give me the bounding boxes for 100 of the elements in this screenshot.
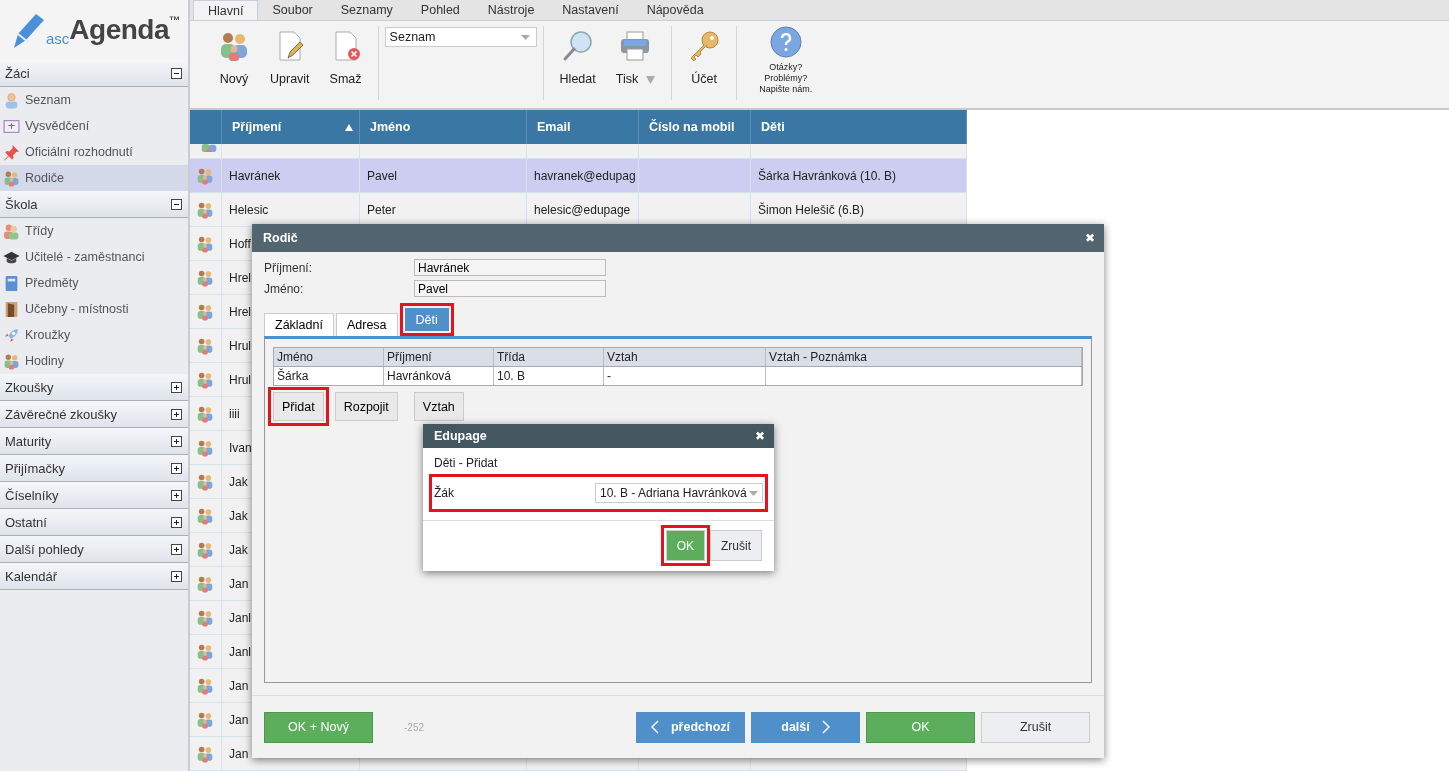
- parents-icon: [196, 370, 214, 389]
- table-cell: Hrel: [229, 270, 251, 285]
- help-icon: [769, 26, 802, 58]
- column-header: Třída: [494, 348, 604, 366]
- text-field[interactable]: Havránek: [414, 259, 606, 276]
- table-cell: Hrul: [229, 338, 251, 353]
- table-row[interactable]: Helesic Peter helesic@edupage Šimon Helešič (6.B): [190, 193, 967, 227]
- menu-tab[interactable]: Nástroje: [473, 0, 549, 20]
- parents-icon: [196, 438, 214, 457]
- table-cell: Hoff: [229, 236, 251, 251]
- view-select[interactable]: Seznam: [384, 27, 537, 47]
- menu-tab[interactable]: Seznamy: [326, 0, 407, 20]
- action-button[interactable]: Vztah: [413, 392, 464, 421]
- table-row[interactable]: Havránek Pavel havranek@edupag Šárka Havránková (10. B): [190, 159, 967, 193]
- sidebar-item[interactable]: Kroužky: [0, 322, 188, 348]
- expand-icon[interactable]: [171, 543, 182, 555]
- sidebar-section-header[interactable]: Zkoušky: [0, 374, 188, 401]
- collapse-icon[interactable]: [171, 198, 182, 210]
- ribbon-button[interactable]: Hledat: [549, 26, 606, 86]
- table-cell: Havránek: [229, 168, 281, 183]
- help-button[interactable]: Otázky? Problémy? Napište nám.: [743, 26, 829, 95]
- menu-tab[interactable]: Soubor: [258, 0, 327, 20]
- sidebar-item[interactable]: Předměty: [0, 270, 188, 296]
- parents-icon: [199, 144, 218, 152]
- book-icon: [3, 274, 20, 292]
- dropdown-caret-icon: [646, 74, 656, 84]
- action-button[interactable]: Rozpojit: [334, 392, 398, 421]
- table-cell: Šárka Havránková (10. B): [758, 168, 897, 183]
- sidebar-item[interactable]: Učebny - místnosti: [0, 296, 188, 322]
- menu-tab[interactable]: Nastavení: [548, 0, 633, 20]
- table-cell: Jak: [229, 474, 248, 489]
- expand-icon[interactable]: [171, 381, 182, 393]
- ribbon-button[interactable]: Tisk: [605, 26, 666, 86]
- parents-icon: [3, 169, 20, 187]
- record-id: -252: [404, 721, 424, 733]
- expand-icon[interactable]: [171, 435, 182, 447]
- footer-button[interactable]: Zrušit: [981, 711, 1090, 743]
- expand-icon[interactable]: [171, 489, 182, 501]
- dialog-button[interactable]: Zrušit: [710, 530, 762, 561]
- parents-icon: [196, 200, 214, 219]
- dropdown-caret-icon: [749, 490, 758, 496]
- parents-icon: [196, 268, 214, 287]
- sidebar-item[interactable]: Třídy: [0, 218, 188, 244]
- ribbon-button[interactable]: Smaž: [319, 26, 372, 86]
- sidebar-item[interactable]: Vysvědčení: [0, 113, 188, 139]
- student-select[interactable]: 10. B - Adriana Havránková: [595, 483, 763, 503]
- sidebar-section-header[interactable]: Ostatní: [0, 509, 188, 536]
- ribbon-button[interactable]: Upravit: [260, 26, 320, 86]
- sidebar-item[interactable]: Seznam: [0, 87, 188, 113]
- close-button[interactable]: ✖: [1082, 231, 1098, 245]
- menu-tab[interactable]: Nápověda: [632, 0, 718, 20]
- collapse-icon[interactable]: [171, 67, 182, 79]
- text-field[interactable]: Pavel: [414, 280, 606, 297]
- table-cell: Jan: [229, 746, 249, 761]
- door-icon: [3, 300, 20, 318]
- expand-icon[interactable]: [171, 408, 182, 420]
- menu-tab[interactable]: Pohled: [406, 0, 474, 20]
- expand-icon[interactable]: [171, 462, 182, 474]
- pin-icon: [3, 143, 20, 161]
- sidebar-item[interactable]: Hodiny: [0, 348, 188, 374]
- sidebar-item[interactable]: Oficiální rozhodnutí: [0, 139, 188, 165]
- rocket-icon: [3, 326, 20, 344]
- trademark-mark: ™: [169, 14, 181, 26]
- parents-icon: [196, 676, 214, 695]
- sidebar-section-header[interactable]: Škola: [0, 191, 188, 218]
- table-cell: Helesic: [229, 202, 269, 217]
- parents-icon: [196, 472, 214, 491]
- expand-icon[interactable]: [171, 570, 182, 582]
- sidebar-item[interactable]: Učitelé - zaměstnanci: [0, 244, 188, 270]
- sidebar-section-header[interactable]: Kalendář: [0, 563, 188, 590]
- table-cell: helesic@edupage: [534, 202, 631, 217]
- close-button[interactable]: ✖: [752, 429, 768, 443]
- sidebar-section-header[interactable]: Žáci: [0, 60, 188, 87]
- table-cell: Janl: [229, 610, 251, 625]
- parents-icon: [196, 710, 214, 729]
- table-cell: -: [607, 369, 611, 383]
- ribbon-button[interactable]: Účet: [678, 26, 731, 86]
- ribbon-button[interactable]: Nový: [208, 26, 260, 86]
- dialog-title: Edupage: [434, 429, 487, 443]
- sidebar-section-header[interactable]: Závěrečné zkoušky: [0, 401, 188, 428]
- parents-icon: [196, 540, 214, 559]
- field-label: Příjmení:: [264, 260, 313, 275]
- parents-icon: [218, 30, 250, 62]
- expand-icon[interactable]: [171, 516, 182, 528]
- sidebar-item[interactable]: Rodiče: [0, 165, 188, 191]
- table-cell: Janl: [229, 644, 251, 659]
- sidebar-section-header[interactable]: Číselníky: [0, 482, 188, 509]
- menu-tab[interactable]: Hlavní: [193, 0, 259, 20]
- parents-icon: [196, 234, 214, 253]
- dialog-title: Rodič: [263, 231, 298, 245]
- sidebar-section-header[interactable]: Přijímačky: [0, 455, 188, 482]
- table-cell: Ivan: [229, 440, 252, 455]
- action-button[interactable]: Přidat: [273, 392, 324, 421]
- sidebar-section-header[interactable]: Maturity: [0, 428, 188, 455]
- table-cell: Pavel: [367, 168, 398, 183]
- people-icon: [3, 222, 20, 240]
- dialog-tab[interactable]: Adresa: [335, 313, 398, 336]
- sidebar-section-header[interactable]: Další pohledy: [0, 536, 188, 563]
- dialog-tab[interactable]: Základní: [264, 313, 334, 336]
- dialog-subtitle: Děti - Přidat: [433, 455, 499, 472]
